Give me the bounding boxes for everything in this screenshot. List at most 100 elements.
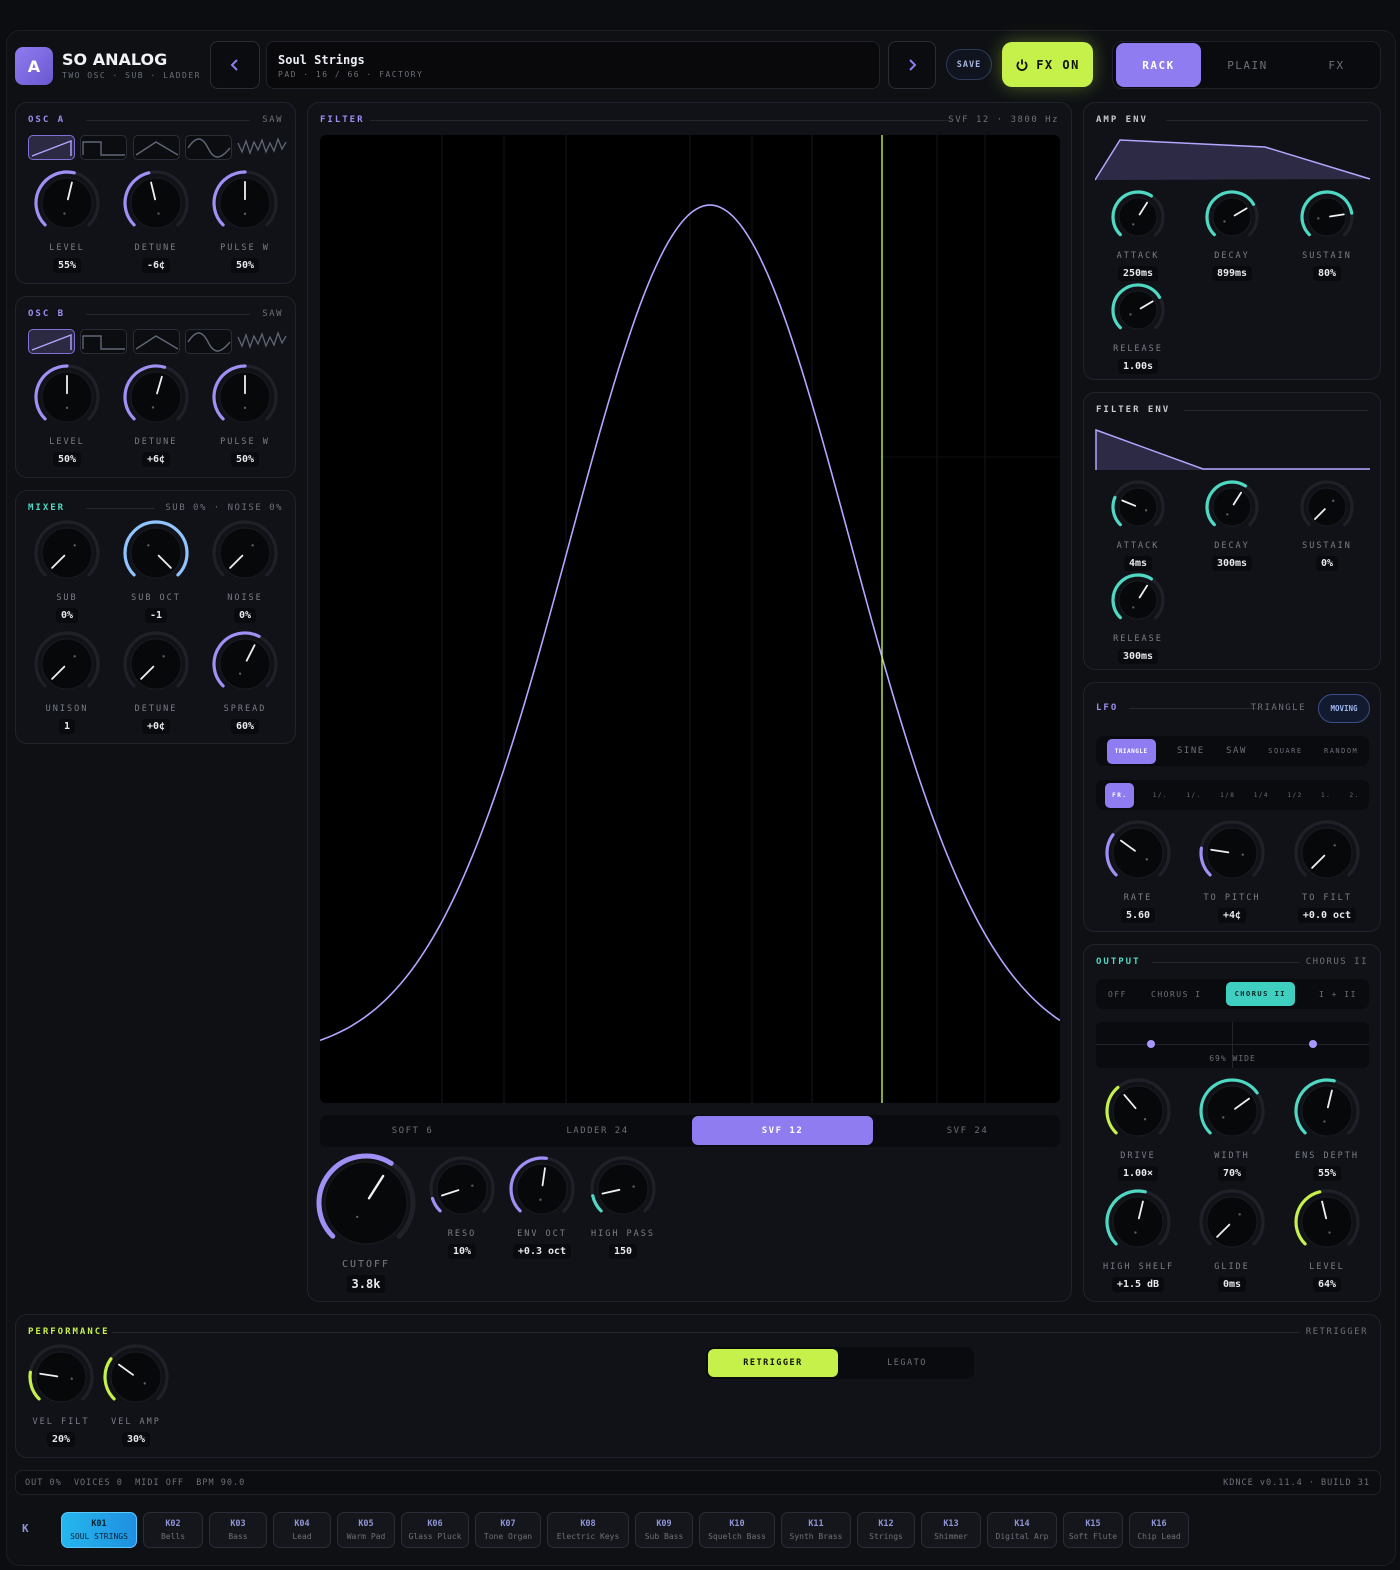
lfo-rate-option[interactable]: 1/8 (1220, 792, 1235, 799)
sub-oct-knob[interactable]: SUB OCT -1 (121, 519, 191, 623)
lfo-rate-option[interactable]: 2. (1350, 792, 1360, 799)
chorus-off[interactable]: OFF (1108, 990, 1127, 999)
filter-decay-knob[interactable]: DECAY 300ms (1197, 479, 1267, 571)
wave-triangle-button[interactable] (133, 329, 180, 354)
sub-knob[interactable]: SUB 0% (32, 519, 102, 623)
preset-key-k04[interactable]: K04 Lead (273, 1512, 331, 1548)
preset-key-k16[interactable]: K16 Chip Lead (1129, 1512, 1189, 1548)
amp-sustain-knob[interactable]: SUSTAIN 80% (1292, 189, 1362, 281)
wave-noise-button[interactable] (237, 329, 287, 354)
output-level-knob[interactable]: LEVEL 64% (1292, 1188, 1362, 1292)
chorus-2[interactable]: CHORUS II (1225, 982, 1295, 1006)
wave-sine-button[interactable] (185, 329, 232, 354)
tab-plain[interactable]: PLAIN (1205, 43, 1290, 87)
lfo-shape-saw[interactable]: SAW (1226, 746, 1247, 756)
filter-sustain-knob[interactable]: SUSTAIN 0% (1292, 479, 1362, 571)
preset-key-k15[interactable]: K15 Soft Flute (1063, 1512, 1123, 1548)
preset-key-k06[interactable]: K06 Glass Pluck (401, 1512, 469, 1548)
wave-sine-button[interactable] (185, 135, 232, 160)
width-knob[interactable]: WIDTH 70% (1197, 1077, 1267, 1181)
prev-preset-button[interactable] (210, 41, 260, 89)
filter-mode-svf12[interactable]: SVF 12 (692, 1116, 873, 1145)
osc-a-detune-knob[interactable]: DETUNE -6¢ (121, 169, 191, 273)
preset-key-k03[interactable]: K03 Bass (209, 1512, 267, 1548)
lfo-shape-square[interactable]: SQUARE (1268, 747, 1302, 755)
amp-attack-knob[interactable]: ATTACK 250ms (1103, 189, 1173, 281)
osc-b-detune-knob[interactable]: DETUNE +6¢ (121, 363, 191, 467)
ens-depth-knob[interactable]: ENS DEPTH 55% (1292, 1077, 1362, 1181)
preset-key-k11[interactable]: K11 Synth Brass (781, 1512, 851, 1548)
preset-key-k05[interactable]: K05 Warm Pad (337, 1512, 395, 1548)
filter-attack-knob[interactable]: ATTACK 4ms (1103, 479, 1173, 571)
lfo-rate-option[interactable]: 1. (1321, 792, 1331, 799)
filter-response-display[interactable] (320, 135, 1060, 1103)
glide-knob[interactable]: GLIDE 0ms (1197, 1188, 1267, 1292)
reso-knob[interactable]: RESO 10% (427, 1155, 497, 1259)
preset-key-k12[interactable]: K12 Strings (857, 1512, 915, 1548)
filter-release-knob[interactable]: RELEASE 300ms (1103, 572, 1173, 664)
wave-saw-button[interactable] (28, 329, 75, 354)
wave-noise-button[interactable] (237, 135, 287, 160)
lfo-rate-option[interactable]: 1/2 (1287, 792, 1302, 799)
vel-amp-knob[interactable]: VEL AMP 30% (101, 1343, 171, 1447)
lfo-shape-random[interactable]: RANDOM (1324, 747, 1358, 755)
preset-key-k08[interactable]: K08 Electric Keys (547, 1512, 629, 1548)
lfo-rate-knob[interactable]: RATE 5.60 (1103, 819, 1173, 923)
drive-knob[interactable]: DRIVE 1.00× (1103, 1077, 1173, 1181)
high-shelf-knob[interactable]: HIGH SHELF +1.5 dB (1103, 1188, 1173, 1292)
lfo-rate-option[interactable]: 1/4 (1254, 792, 1269, 799)
amp-decay-knob[interactable]: DECAY 899ms (1197, 189, 1267, 281)
wave-square-button[interactable] (80, 135, 127, 160)
save-button[interactable]: SAVE (946, 49, 992, 80)
lfo-to-pitch-knob[interactable]: TO PITCH +4¢ (1197, 819, 1267, 923)
tab-fx[interactable]: FX (1294, 43, 1379, 87)
filter-mode-soft6[interactable]: SOFT 6 (320, 1115, 505, 1147)
lfo-to-filter-knob[interactable]: TO FILT +0.0 oct (1292, 819, 1362, 923)
osc-a-pulse-width-knob[interactable]: PULSE W 50% (210, 169, 280, 273)
preset-key-k10[interactable]: K10 Squelch Bass (699, 1512, 775, 1548)
key-name: Glass Pluck (408, 1532, 462, 1541)
osc-b-pulse-width-knob[interactable]: PULSE W 50% (210, 363, 280, 467)
tab-rack[interactable]: RACK (1116, 43, 1201, 87)
cutoff-knob[interactable]: CUTOFF 3.8k (316, 1153, 416, 1293)
filter-mode-svf24[interactable]: SVF 24 (875, 1115, 1060, 1147)
next-preset-button[interactable] (888, 41, 936, 89)
stereo-width-display[interactable]: 69% WIDE (1096, 1022, 1369, 1068)
preset-info: PAD · 16 / 66 · FACTORY (278, 70, 424, 79)
retrigger-button[interactable]: RETRIGGER (708, 1349, 838, 1377)
fx-on-button[interactable]: FX ON (1002, 42, 1093, 87)
spread-knob[interactable]: SPREAD 60% (210, 630, 280, 734)
preset-display[interactable]: Soul Strings PAD · 16 / 66 · FACTORY (266, 41, 880, 89)
filter-mode-ladder24[interactable]: LADDER 24 (505, 1115, 690, 1147)
osc-a-level-knob[interactable]: LEVEL 55% (32, 169, 102, 273)
lfo-rate-free[interactable]: FR. (1105, 782, 1135, 808)
preset-key-k02[interactable]: K02 Bells (143, 1512, 203, 1548)
width-right-dot[interactable] (1309, 1040, 1317, 1048)
preset-key-k07[interactable]: K07 Tone Organ (475, 1512, 541, 1548)
wave-square-button[interactable] (80, 329, 127, 354)
wave-triangle-button[interactable] (133, 135, 180, 160)
sine-wave-icon (187, 138, 231, 158)
high-pass-knob[interactable]: HIGH PASS 150 (588, 1155, 658, 1259)
width-left-dot[interactable] (1147, 1040, 1155, 1048)
preset-key-k14[interactable]: K14 Digital Arp (987, 1512, 1057, 1548)
chorus-1-2[interactable]: I + II (1319, 990, 1357, 999)
preset-key-k01[interactable]: K01 SOUL STRINGS (61, 1512, 137, 1548)
lfo-rate-option[interactable]: 1/. (1186, 792, 1201, 799)
unison-detune-knob[interactable]: DETUNE +0¢ (121, 630, 191, 734)
legato-button[interactable]: LEGATO (842, 1349, 972, 1377)
amp-release-knob[interactable]: RELEASE 1.00s (1103, 282, 1173, 374)
env-oct-knob[interactable]: ENV OCT +0.3 oct (507, 1155, 577, 1259)
lfo-shape-triangle[interactable]: TRIANGLE (1106, 738, 1156, 764)
lfo-shape-sine[interactable]: SINE (1177, 746, 1205, 756)
vel-filter-knob[interactable]: VEL FILT 20% (26, 1343, 96, 1447)
lfo-rate-option[interactable]: 1/. (1153, 792, 1168, 799)
noise-knob[interactable]: NOISE 0% (210, 519, 280, 623)
preset-key-k09[interactable]: K09 Sub Bass (635, 1512, 693, 1548)
chorus-1[interactable]: CHORUS I (1151, 990, 1202, 999)
osc-b-level-knob[interactable]: LEVEL 50% (32, 363, 102, 467)
wave-saw-button[interactable] (28, 135, 75, 160)
preset-key-k13[interactable]: K13 Shimmer (921, 1512, 981, 1548)
knob-graphic (34, 520, 100, 579)
unison-knob[interactable]: UNISON 1 (32, 630, 102, 734)
